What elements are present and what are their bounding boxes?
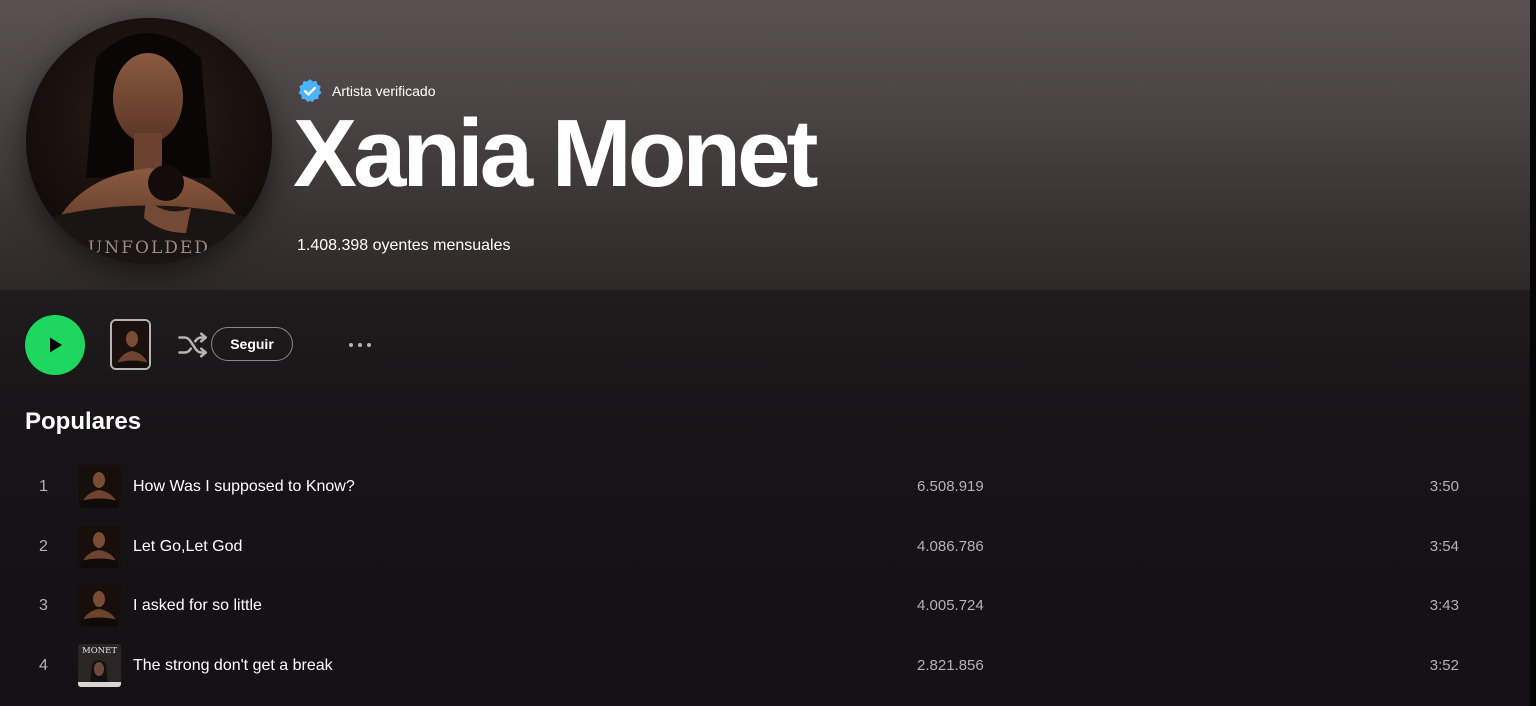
track-plays: 2.821.856 [917,656,984,674]
track-number: 3 [39,597,48,614]
shuffle-icon [178,332,208,358]
track-row[interactable]: 1 How Was I supposed to Know? 6.508.919 … [25,457,1485,517]
track-cover [78,465,121,508]
track-title[interactable]: Let Go,Let God [133,517,242,577]
artist-content: Seguir Populares 1 How Was I supposed to [0,290,1536,706]
popular-section-title: Populares [25,408,142,435]
monthly-listeners: 1.408.398 oyentes mensuales [297,237,511,254]
artist-name: Xania Monet [293,100,818,207]
track-plays: 4.086.786 [917,537,984,555]
track-cover [78,524,121,568]
artist-page: UNFOLDED Artista verificado Xania Monet … [0,0,1536,706]
follow-button[interactable]: Seguir [211,327,293,361]
track-number: 2 [39,537,48,555]
popular-tracks-list: 1 How Was I supposed to Know? 6.508.919 … [25,457,1485,695]
track-number: 4 [39,656,48,674]
track-plays: 4.005.724 [917,597,984,614]
track-duration: 3:54 [1429,537,1459,555]
track-title[interactable]: The strong don't get a break [133,636,333,696]
cover-title-text: UNFOLDED [88,238,210,258]
cover-title-text: MONET [82,646,117,656]
play-button[interactable] [25,315,85,375]
track-duration: 3:52 [1429,656,1459,674]
track-title[interactable]: I asked for so little [133,576,262,636]
more-options-icon [349,343,353,347]
track-duration: 3:50 [1429,478,1459,495]
play-icon [50,337,62,353]
artist-header: UNFOLDED Artista verificado Xania Monet … [0,0,1536,290]
track-row[interactable]: 2 Let Go,Let God 4.086.786 3:54 [25,517,1485,577]
track-row[interactable]: 4 MONET The strong don't get a break 2.8… [25,636,1485,696]
shuffle-button[interactable] [175,327,211,363]
verified-label: Artista verificado [332,83,436,99]
track-cover: MONET [78,643,121,687]
track-duration: 3:43 [1429,597,1459,614]
artist-preview-thumbnail[interactable] [110,319,151,370]
track-plays: 6.508.919 [917,478,984,495]
more-options-button[interactable] [343,332,377,358]
track-cover [78,584,121,627]
artist-avatar: UNFOLDED [26,18,272,264]
track-title[interactable]: How Was I supposed to Know? [133,457,355,517]
track-row[interactable]: 3 I asked for so little 4.005.724 3:43 [25,576,1485,636]
track-number: 1 [39,478,48,495]
